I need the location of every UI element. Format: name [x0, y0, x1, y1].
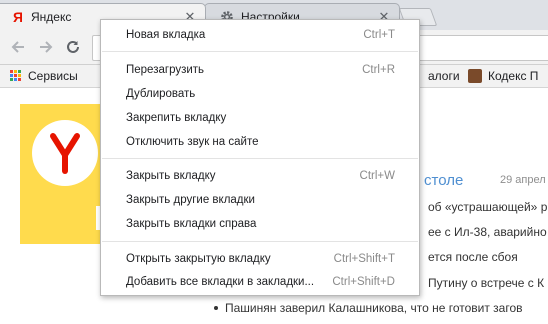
apps-icon: [10, 70, 22, 82]
menu-item-close-tabs-right[interactable]: Закрыть вкладки справа: [101, 213, 419, 235]
menu-item-reopen-closed-tab[interactable]: Открыть закрытую вкладку Ctrl+Shift+T: [101, 248, 419, 270]
bookmark-label: Сервисы: [28, 69, 78, 83]
bullet-icon: [214, 305, 218, 310]
tab-context-menu: Новая вкладка Ctrl+T Перезагрузить Ctrl+…: [100, 19, 420, 296]
menu-item-label: Открыть закрытую вкладку: [126, 253, 271, 265]
menu-item-label: Новая вкладка: [126, 29, 206, 41]
menu-item-label: Перезагрузить: [126, 64, 205, 76]
menu-item-close-tab[interactable]: Закрыть вкладку Ctrl+W: [101, 165, 419, 187]
menu-item-label: Закрыть другие вкладки: [126, 194, 255, 206]
news-item[interactable]: Путину о встрече с К: [428, 276, 544, 290]
bookmark-favicon-icon: [468, 69, 482, 83]
menu-item-label: Добавить все вкладки в закладки...: [126, 276, 315, 288]
menu-item-label: Отключить звук на сайте: [126, 136, 259, 148]
news-item[interactable]: ее с Ил-38, аварийно: [428, 225, 547, 239]
menu-item-label: Закрыть вкладку: [126, 170, 216, 182]
menu-item-bookmark-all-tabs[interactable]: Добавить все вкладки в закладки... Ctrl+…: [101, 271, 419, 293]
news-date: 29 апрел: [500, 174, 546, 186]
news-item[interactable]: ется после сбоя: [428, 250, 518, 264]
menu-item-shortcut: Ctrl+Shift+D: [332, 276, 395, 288]
menu-item-shortcut: Ctrl+Shift+T: [333, 253, 395, 265]
news-item[interactable]: Пашинян заверил Калашникова, что не гото…: [214, 301, 523, 315]
yandex-logo-icon: Я: [9, 9, 25, 25]
menu-item-label: Дублировать: [126, 88, 196, 100]
menu-item-label: Закрыть вкладки справа: [126, 218, 257, 230]
yandex-logo-icon: [32, 120, 98, 186]
menu-separator: [102, 241, 418, 242]
menu-item-label: Закрепить вкладку: [126, 112, 227, 124]
menu-item-duplicate[interactable]: Дублировать: [101, 83, 419, 105]
menu-item-close-other-tabs[interactable]: Закрыть другие вкладки: [101, 189, 419, 211]
bookmark-label: Кодекс П: [488, 69, 539, 83]
reload-icon[interactable]: [64, 38, 82, 56]
bookmark-catalogs[interactable]: алоги: [428, 68, 460, 84]
bookmark-apps[interactable]: Сервисы: [10, 68, 78, 84]
menu-item-shortcut: Ctrl+R: [362, 64, 395, 76]
back-arrow-icon[interactable]: [9, 38, 27, 56]
menu-separator: [102, 51, 418, 52]
forward-arrow-icon[interactable]: [37, 38, 55, 56]
menu-item-reload[interactable]: Перезагрузить Ctrl+R: [101, 59, 419, 81]
menu-item-shortcut: Ctrl+T: [363, 29, 395, 41]
menu-item-shortcut: Ctrl+W: [359, 170, 395, 182]
menu-separator: [102, 158, 418, 159]
bookmark-label: алоги: [428, 69, 460, 83]
news-title[interactable]: столе: [424, 172, 463, 189]
menu-item-new-tab[interactable]: Новая вкладка Ctrl+T: [101, 24, 419, 46]
svg-text:Я: Я: [13, 10, 22, 24]
news-item[interactable]: об «устрашающей» р: [428, 200, 547, 214]
news-item-text: Пашинян заверил Калашникова, что не гото…: [225, 301, 523, 315]
yandex-logo-block: [20, 104, 110, 244]
menu-item-mute-site[interactable]: Отключить звук на сайте: [101, 131, 419, 153]
menu-item-pin-tab[interactable]: Закрепить вкладку: [101, 107, 419, 129]
bookmark-codes[interactable]: Кодекс П: [468, 68, 538, 84]
